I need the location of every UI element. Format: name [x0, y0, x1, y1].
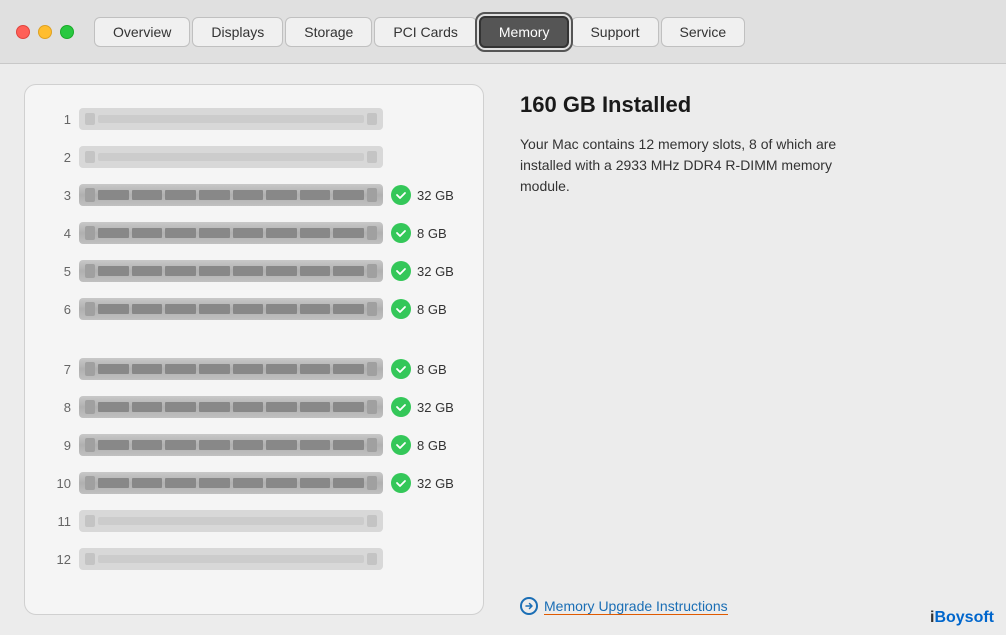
slot-size-9: 8 GB	[417, 438, 447, 453]
slot-status-3: 32 GB	[391, 185, 459, 205]
slot-number-4: 4	[49, 226, 71, 241]
slot-row-4: 4 8 GB	[49, 215, 459, 251]
slot-bar-3	[79, 184, 383, 206]
tab-service[interactable]: Service	[661, 17, 746, 47]
slot-row-11: 11	[49, 503, 459, 539]
slot-bar-12	[79, 548, 383, 570]
slot-bar-11	[79, 510, 383, 532]
slot-row-3: 3 32 GB	[49, 177, 459, 213]
info-panel: 160 GB Installed Your Mac contains 12 me…	[504, 84, 982, 615]
main-content: 12332 GB48 GB532 GB68 GB 78 GB832 GB98 G…	[0, 64, 1006, 635]
slot-size-3: 32 GB	[417, 188, 454, 203]
slot-number-10: 10	[49, 476, 71, 491]
slot-row-10: 10 32 GB	[49, 465, 459, 501]
slot-number-5: 5	[49, 264, 71, 279]
watermark-suffix: Boysoft	[934, 609, 994, 626]
slot-size-6: 8 GB	[417, 302, 447, 317]
slot-number-9: 9	[49, 438, 71, 453]
slot-check-icon-4	[391, 223, 411, 243]
arrow-circle-icon	[520, 597, 538, 615]
slot-number-12: 12	[49, 552, 71, 567]
slot-status-5: 32 GB	[391, 261, 459, 281]
slot-row-1: 1	[49, 101, 459, 137]
slot-bar-7	[79, 358, 383, 380]
tab-pci-cards[interactable]: PCI Cards	[374, 17, 477, 47]
memory-slots-panel: 12332 GB48 GB532 GB68 GB 78 GB832 GB98 G…	[24, 84, 484, 615]
slot-bar-10	[79, 472, 383, 494]
slot-check-icon-6	[391, 299, 411, 319]
slot-number-2: 2	[49, 150, 71, 165]
slot-number-3: 3	[49, 188, 71, 203]
minimize-button[interactable]	[38, 25, 52, 39]
slot-bar-5	[79, 260, 383, 282]
close-button[interactable]	[16, 25, 30, 39]
slot-number-6: 6	[49, 302, 71, 317]
memory-upgrade-link[interactable]: Memory Upgrade Instructions	[520, 597, 982, 615]
upgrade-link-text: Memory Upgrade Instructions	[544, 598, 728, 615]
slot-row-5: 5 32 GB	[49, 253, 459, 289]
slot-check-icon-5	[391, 261, 411, 281]
maximize-button[interactable]	[60, 25, 74, 39]
watermark: iBoysoft	[930, 609, 994, 627]
slot-size-7: 8 GB	[417, 362, 447, 377]
slot-number-11: 11	[49, 514, 71, 529]
slot-row-6: 6 8 GB	[49, 291, 459, 327]
slot-bar-4	[79, 222, 383, 244]
titlebar: Overview Displays Storage PCI Cards Memo…	[0, 0, 1006, 64]
slot-row-9: 9 8 GB	[49, 427, 459, 463]
slot-check-icon-10	[391, 473, 411, 493]
slot-row-8: 8 32 GB	[49, 389, 459, 425]
slot-bar-1	[79, 108, 383, 130]
tab-support[interactable]: Support	[571, 17, 658, 47]
tab-displays[interactable]: Displays	[192, 17, 283, 47]
slot-status-6: 8 GB	[391, 299, 459, 319]
slot-size-8: 32 GB	[417, 400, 454, 415]
slot-status-7: 8 GB	[391, 359, 459, 379]
slot-check-icon-3	[391, 185, 411, 205]
slot-bar-8	[79, 396, 383, 418]
memory-tab-ring	[475, 12, 574, 52]
slot-group-2: 7 8 GB 8 32 GB 9 8 GB 10 32 GB 11 12	[49, 351, 459, 577]
slot-check-icon-8	[391, 397, 411, 417]
slot-row-2: 2	[49, 139, 459, 175]
slot-number-7: 7	[49, 362, 71, 377]
slot-status-10: 32 GB	[391, 473, 459, 493]
memory-installed-title: 160 GB Installed	[520, 92, 982, 118]
slot-status-8: 32 GB	[391, 397, 459, 417]
slot-size-10: 32 GB	[417, 476, 454, 491]
memory-gb-bold: 160 GB	[520, 92, 596, 117]
window-controls	[16, 25, 74, 39]
slot-check-icon-9	[391, 435, 411, 455]
tab-bar: Overview Displays Storage PCI Cards Memo…	[94, 16, 745, 48]
slot-group-1: 1 2 3 32 GB 4 8 GB 5 32 GB 6 8 GB	[49, 101, 459, 327]
slot-status-9: 8 GB	[391, 435, 459, 455]
slot-row-12: 12	[49, 541, 459, 577]
memory-installed-rest: Installed	[596, 92, 691, 117]
slot-check-icon-7	[391, 359, 411, 379]
slot-status-4: 8 GB	[391, 223, 459, 243]
memory-description: Your Mac contains 12 memory slots, 8 of …	[520, 134, 860, 197]
tab-overview[interactable]: Overview	[94, 17, 190, 47]
slot-bar-2	[79, 146, 383, 168]
slot-number-1: 1	[49, 112, 71, 127]
slot-size-4: 8 GB	[417, 226, 447, 241]
tab-storage[interactable]: Storage	[285, 17, 372, 47]
slot-size-5: 32 GB	[417, 264, 454, 279]
slot-bar-6	[79, 298, 383, 320]
slot-number-8: 8	[49, 400, 71, 415]
slot-bar-9	[79, 434, 383, 456]
tab-memory-wrapper: Memory	[479, 16, 570, 48]
slot-row-7: 7 8 GB	[49, 351, 459, 387]
